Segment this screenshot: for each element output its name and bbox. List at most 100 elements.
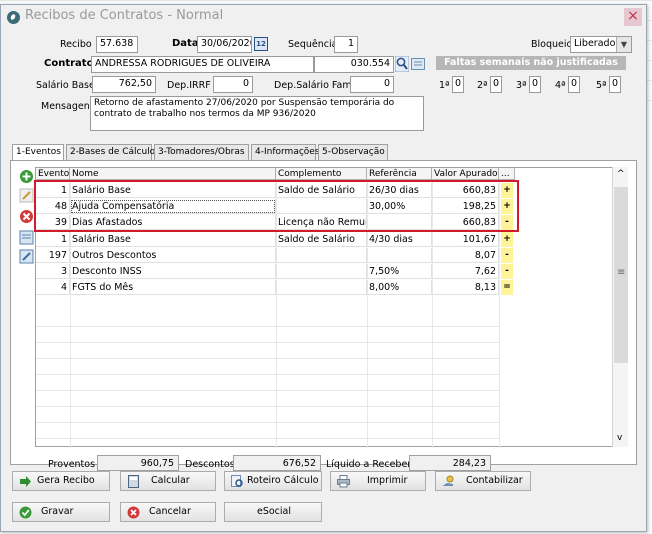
- dep-irrf-label: Dep.IRRF: [167, 80, 211, 91]
- cell-referencia: 8,00%: [367, 280, 432, 295]
- grip-icon: ≡: [617, 267, 626, 278]
- chevron-down-icon[interactable]: ▼: [616, 37, 631, 52]
- cell-complemento: [276, 199, 367, 214]
- gravar-button[interactable]: Gravar: [12, 502, 110, 522]
- dep-salario-fam-field[interactable]: 0: [350, 76, 394, 93]
- col-sinal[interactable]: ...: [499, 168, 515, 180]
- title-bar[interactable]: Recibos de Contratos - Normal ×: [1, 5, 646, 29]
- cell-valor: 7,62: [432, 264, 499, 279]
- search-document-icon: [231, 475, 243, 487]
- week5-field[interactable]: 0: [609, 76, 621, 93]
- dep-irrf-field[interactable]: 0: [213, 76, 253, 93]
- week3-label: 3ª: [516, 80, 527, 91]
- note-edit-icon[interactable]: [19, 249, 34, 264]
- cell-nome: Dias Afastados: [70, 215, 276, 230]
- week2-label: 2ª: [477, 80, 488, 91]
- gera-recibo-button[interactable]: Gera Recibo: [12, 471, 110, 491]
- contabilizar-button[interactable]: Contabilizar: [435, 471, 531, 491]
- cell-referencia: [367, 215, 432, 230]
- check-icon: [19, 506, 32, 519]
- cell-valor: 198,25: [432, 199, 499, 214]
- form-icon[interactable]: [19, 230, 34, 245]
- contrato-field[interactable]: ANDRESSA RODRIGUES DE OLIVEIRA: [91, 56, 314, 73]
- mensagens-textarea[interactable]: Retorno de afastamento 27/06/2020 por Su…: [90, 96, 424, 131]
- empty-row: [36, 392, 499, 407]
- calcular-button[interactable]: Calcular: [120, 471, 216, 491]
- col-valor-apurado[interactable]: Valor Apurado: [432, 168, 499, 180]
- scroll-thumb[interactable]: ≡: [614, 187, 628, 363]
- bloqueio-label: Bloqueio: [531, 39, 573, 50]
- arrow-right-icon: [20, 476, 31, 487]
- scroll-up-icon[interactable]: ^: [617, 169, 625, 179]
- calendar-icon[interactable]: 12: [254, 37, 268, 51]
- salario-base-field[interactable]: 762,50: [92, 76, 156, 93]
- tab-tomadores-obras[interactable]: 3-Tomadores/Obras: [154, 144, 249, 160]
- grid-line: [70, 180, 71, 448]
- cell-complemento: Licença não Remune: [276, 215, 367, 230]
- sequencia-field[interactable]: 1: [334, 36, 358, 53]
- cell-evento: 39: [36, 215, 70, 230]
- contrato-code-field[interactable]: 030.554: [314, 56, 394, 73]
- scroll-down-icon[interactable]: v: [617, 433, 622, 443]
- proventos-field: 960,75: [97, 455, 179, 471]
- salario-base-label: Salário Base: [36, 80, 95, 91]
- eventos-grid[interactable]: Evento Nome Complemento Referência Valor…: [35, 167, 613, 448]
- cell-nome: Desconto INSS: [70, 264, 276, 279]
- recibo-field[interactable]: 57.638: [96, 36, 138, 53]
- cancelar-button[interactable]: Cancelar: [120, 502, 216, 522]
- window-title: Recibos de Contratos - Normal: [25, 8, 224, 23]
- empty-row: [36, 312, 499, 327]
- grid-line: [432, 180, 433, 448]
- col-complemento[interactable]: Complemento: [276, 168, 367, 180]
- cell-valor: 101,67: [432, 232, 499, 247]
- delete-event-icon[interactable]: [19, 209, 34, 224]
- week3-field[interactable]: 0: [529, 76, 541, 93]
- cell-sinal: -: [501, 264, 513, 279]
- cell-evento: 4: [36, 280, 70, 295]
- cell-valor: 660,83: [432, 215, 499, 230]
- imprimir-button[interactable]: Imprimir: [330, 471, 426, 491]
- card-icon[interactable]: [411, 57, 425, 71]
- empty-row: [36, 376, 499, 391]
- col-referencia[interactable]: Referência: [367, 168, 432, 180]
- week5-label: 5ª: [596, 80, 607, 91]
- cell-nome: Outros Descontos: [70, 248, 276, 263]
- cell-complemento: Saldo de Salário: [276, 232, 367, 247]
- cell-nome: Salário Base: [70, 183, 276, 198]
- cell-sinal: +: [501, 183, 513, 198]
- cell-valor: 660,83: [432, 183, 499, 198]
- cell-complemento: Saldo de Salário: [276, 183, 367, 198]
- tab-informacoes[interactable]: 4-Informações: [251, 144, 320, 160]
- app-icon: [7, 11, 20, 24]
- cancel-icon: [127, 506, 140, 519]
- cell-evento: 48: [36, 199, 70, 214]
- col-nome[interactable]: Nome: [70, 168, 276, 180]
- grid-line: [367, 180, 368, 448]
- bloqueio-select[interactable]: Liberado ▼: [570, 36, 632, 53]
- empty-row: [36, 408, 499, 423]
- close-button[interactable]: ×: [624, 8, 642, 26]
- edit-event-icon[interactable]: [19, 188, 34, 203]
- week4-label: 4ª: [555, 80, 566, 91]
- search-icon[interactable]: [395, 56, 409, 72]
- recibo-label: Recibo: [60, 39, 92, 50]
- week4-field[interactable]: 0: [568, 76, 580, 93]
- cell-nome: Ajuda Compensatória: [70, 199, 276, 214]
- col-evento[interactable]: Evento: [36, 168, 70, 180]
- mensagens-label: Mensagens: [41, 101, 95, 112]
- add-event-icon[interactable]: [19, 169, 34, 184]
- empty-row: [36, 344, 499, 359]
- roteiro-calculo-button[interactable]: Roteiro Cálculo: [224, 471, 322, 491]
- tab-bases-de-calculo[interactable]: 2-Bases de Cálculo: [66, 144, 155, 160]
- cell-valor: 8,07: [432, 248, 499, 263]
- bloqueio-value: Liberado: [574, 38, 616, 49]
- tab-observacao[interactable]: 5-Observação: [318, 144, 388, 160]
- data-field[interactable]: 30/06/2020: [197, 36, 252, 53]
- week2-field[interactable]: 0: [490, 76, 502, 93]
- esocial-button[interactable]: eSocial: [224, 502, 322, 522]
- vertical-scrollbar[interactable]: ^ ≡ v: [612, 167, 628, 447]
- empty-row: [36, 360, 499, 375]
- week1-field[interactable]: 0: [452, 76, 464, 93]
- empty-row: [36, 328, 499, 343]
- cell-sinal: -: [501, 215, 513, 230]
